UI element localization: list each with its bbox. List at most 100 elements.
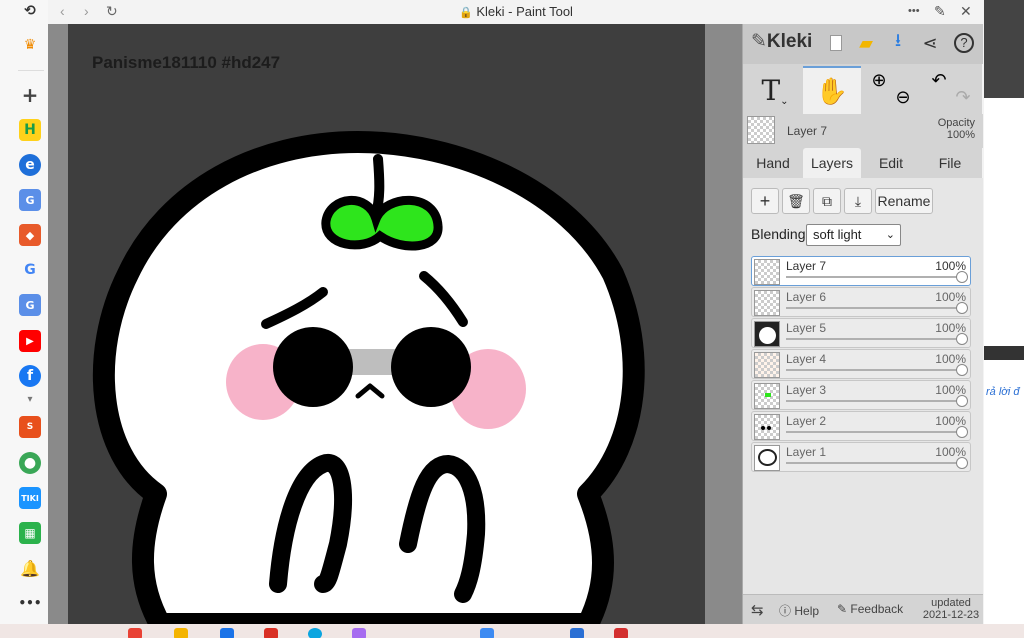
taskbar-app-icon[interactable] <box>570 628 584 638</box>
google-icon[interactable]: G <box>19 259 41 281</box>
merge-layer-button[interactable]: ⤓ <box>844 188 872 214</box>
open-folder-icon[interactable]: ▰ <box>853 30 879 56</box>
layer-row[interactable]: Layer 3 100% <box>751 380 971 410</box>
blending-select[interactable]: soft light ⌄ <box>806 224 901 246</box>
layer-name: Layer 4 <box>786 352 827 366</box>
help-label: Help <box>794 604 820 618</box>
current-layer-opacity: Opacity 100% <box>938 117 975 141</box>
shopee-icon[interactable]: S <box>19 416 41 438</box>
redo-icon[interactable]: ↷ <box>951 66 975 114</box>
taskbar-zoom-icon[interactable] <box>480 628 494 638</box>
layer-name: Layer 2 <box>786 414 827 428</box>
opacity-slider-knob[interactable] <box>956 302 968 314</box>
opacity-slider[interactable] <box>786 307 964 309</box>
app-h-icon[interactable]: H <box>19 119 41 141</box>
facebook-icon[interactable]: f <box>19 365 41 387</box>
opacity-value: 100% <box>946 129 975 141</box>
opacity-slider[interactable] <box>786 431 964 433</box>
current-layer-info: Layer 7 Opacity 100% <box>743 114 983 148</box>
feedback-button[interactable]: ✎ Feedback <box>837 602 903 616</box>
chevron-down-icon[interactable]: ▾ <box>19 388 41 410</box>
duplicate-layer-button[interactable]: ⧉ <box>813 188 841 214</box>
opacity-slider-knob[interactable] <box>956 271 968 283</box>
delete-layer-button[interactable]: 🗑 <box>782 188 810 214</box>
taskbar-app-icon[interactable] <box>614 628 628 638</box>
taskbar-app-icon[interactable] <box>128 628 142 638</box>
swap-side-icon[interactable]: ⇆ <box>751 601 764 619</box>
updated-date: 2021-12-23 <box>922 609 980 621</box>
taskbar-folder-icon[interactable] <box>174 628 188 638</box>
layers-tab-content: + 🗑 ⧉ ⤓ Rename Blending soft light ⌄ Lay… <box>743 178 983 594</box>
window-title: 🔒 Kleki - Paint Tool <box>48 4 984 19</box>
trash-icon: 🗑 <box>787 192 805 209</box>
text-tool-icon[interactable]: T ⌄ <box>751 66 799 114</box>
layer-row[interactable]: Layer 2 100% <box>751 411 971 441</box>
merge-down-icon: ⤓ <box>854 192 862 209</box>
tab-file[interactable]: File <box>923 148 977 178</box>
opacity-slider-knob[interactable] <box>956 457 968 469</box>
rename-button[interactable]: Rename <box>875 188 933 214</box>
layer-name: Layer 1 <box>786 445 827 459</box>
tiki-icon[interactable]: TIKI <box>19 487 41 509</box>
help-circle-icon: ⓘ <box>779 604 792 618</box>
help-button[interactable]: ⓘ Help <box>779 602 819 619</box>
refresh-history-icon[interactable]: ⟲ <box>19 0 41 22</box>
opacity-slider-knob[interactable] <box>956 426 968 438</box>
window-title-text: Kleki - Paint Tool <box>476 4 573 19</box>
layer-thumbnail <box>754 352 780 378</box>
taskbar-app-icon[interactable] <box>220 628 234 638</box>
tab-hand[interactable]: Hand <box>747 148 799 178</box>
youtube-icon[interactable]: ▶ <box>19 330 41 352</box>
tab-edit[interactable]: Edit <box>865 148 917 178</box>
opacity-slider[interactable] <box>786 400 964 402</box>
opacity-slider[interactable] <box>786 369 964 371</box>
chat-app-icon[interactable]: ● <box>19 452 41 474</box>
undo-icon[interactable]: ↶ <box>927 66 951 114</box>
opacity-slider[interactable] <box>786 276 964 278</box>
tab-layers[interactable]: Layers <box>803 148 861 178</box>
opacity-slider[interactable] <box>786 338 964 340</box>
new-image-icon[interactable] <box>823 30 849 56</box>
add-icon[interactable]: + <box>19 83 41 107</box>
pin-icon[interactable]: ✎ <box>934 3 946 20</box>
add-layer-button[interactable]: + <box>751 188 779 214</box>
kleki-logo-text: Kleki <box>766 31 813 52</box>
kleki-logo-icon: ✎ <box>751 31 767 52</box>
layer-row[interactable]: Layer 7 100% <box>751 256 971 286</box>
background-page-strip: rả lời đ <box>984 0 1024 624</box>
layer-row[interactable]: Layer 5 100% <box>751 318 971 348</box>
text-tool-dropdown-icon[interactable]: ⌄ <box>780 96 788 107</box>
crown-icon[interactable]: ♛ <box>19 34 41 56</box>
layer-row[interactable]: Layer 1 100% <box>751 442 971 472</box>
zoom-out-icon[interactable]: ⊖ <box>889 66 917 114</box>
help-icon[interactable]: ? <box>951 30 977 56</box>
download-icon[interactable]: ⭳ <box>885 30 911 56</box>
opacity-slider-knob[interactable] <box>956 364 968 376</box>
sheet-icon[interactable]: ▦ <box>19 522 41 544</box>
taskbar-app-icon[interactable] <box>352 628 366 638</box>
more-icon[interactable]: ••• <box>19 592 42 614</box>
messenger-icon[interactable]: e <box>19 154 41 176</box>
bell-icon[interactable]: 🔔 <box>19 557 41 579</box>
opacity-slider-knob[interactable] <box>956 395 968 407</box>
shield-app-icon[interactable]: ◆ <box>19 224 41 246</box>
layer-row[interactable]: Layer 4 100% <box>751 349 971 379</box>
translate-icon[interactable]: G <box>19 189 41 211</box>
blending-row: Blending soft light ⌄ <box>751 224 975 248</box>
translate-2-icon[interactable]: G <box>19 294 41 316</box>
opacity-slider-knob[interactable] <box>956 333 968 345</box>
character-drawing <box>92 131 645 624</box>
more-options-icon[interactable]: ••• <box>908 5 920 17</box>
layer-thumbnail <box>754 414 780 440</box>
canvas-area: Panisme181110 #hd247 <box>48 24 742 624</box>
taskbar-app-icon[interactable] <box>264 628 278 638</box>
updated-label: updated <box>931 597 971 609</box>
opacity-slider[interactable] <box>786 462 964 464</box>
panel-tabs: Hand Layers Edit File <box>743 148 983 178</box>
close-icon[interactable]: ✕ <box>960 3 972 20</box>
hand-tool-icon[interactable]: ✋ <box>803 66 861 114</box>
layer-row[interactable]: Layer 6 100% <box>751 287 971 317</box>
drawing-canvas[interactable]: Panisme181110 #hd247 <box>68 24 705 624</box>
share-icon[interactable]: ⋖ <box>917 30 943 56</box>
taskbar-edge-icon[interactable] <box>308 628 322 638</box>
